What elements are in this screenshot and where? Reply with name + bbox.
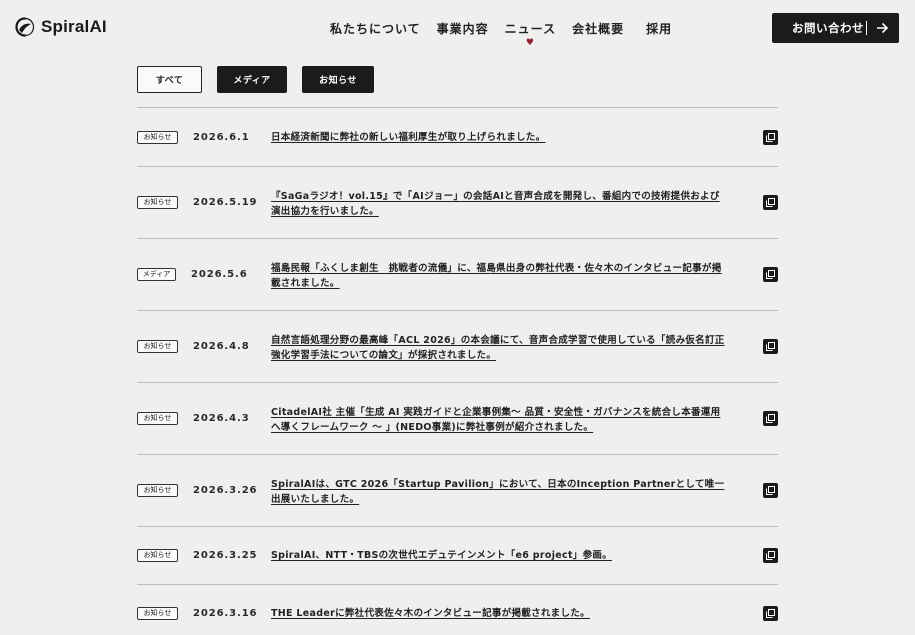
external-link-icon[interactable] [763, 130, 778, 145]
external-link-icon[interactable] [763, 195, 778, 210]
external-link-icon[interactable] [763, 267, 778, 282]
news-row[interactable]: お知らせ 2026.3.25 SpiralAI、NTT・TBSの次世代エデュテイ… [137, 526, 778, 584]
filter-notice-button[interactable]: お知らせ [302, 66, 374, 93]
news-date: 2026.5.6 [191, 269, 248, 280]
category-tag: お知らせ [137, 607, 178, 620]
news-title-link[interactable]: 『SaGaラジオ！vol.15』で「AIジョー」の会話AIと音声合成を開発し、番… [271, 189, 726, 219]
category-filters: すべて メディア お知らせ [137, 66, 374, 93]
site-header: SpiralAI 私たちについて 事業内容 ニュース ♥ 会社概要 採用 お問い合… [0, 0, 915, 56]
category-tag: お知らせ [137, 131, 178, 144]
category-tag: お知らせ [137, 549, 178, 562]
news-row[interactable]: お知らせ 2026.5.19 『SaGaラジオ！vol.15』で「AIジョー」の… [137, 166, 778, 238]
news-row[interactable]: お知らせ 2026.3.26 SpiralAIは、GTC 2026「Startu… [137, 454, 778, 526]
nav-item-news[interactable]: ニュース ♥ [504, 20, 557, 48]
external-link-icon[interactable] [763, 548, 778, 563]
news-date: 2026.3.26 [193, 485, 258, 496]
contact-button-label: お問い合わせ [792, 21, 864, 35]
category-tag: メディア [137, 268, 176, 281]
news-row[interactable]: お知らせ 2026.6.1 日本経済新聞に弊社の新しい福利厚生が取り上げられまし… [137, 107, 778, 166]
news-date: 2026.5.19 [193, 197, 258, 208]
news-row[interactable]: メディア 2026.5.6 福島民報「ふくしま創生 挑戦者の流儀」に、福島県出身… [137, 238, 778, 310]
external-link-icon[interactable] [763, 339, 778, 354]
nav-item-recruit[interactable]: 採用 [646, 20, 672, 37]
news-title-link[interactable]: 自然言語処理分野の最高峰「ACL 2026」の本会議にて、音声合成学習で使用して… [271, 333, 726, 363]
news-row[interactable]: お知らせ 2026.3.16 THE Leaderに弊社代表佐々木のインタビュー… [137, 584, 778, 635]
news-date: 2026.3.16 [193, 608, 258, 619]
news-date: 2026.4.8 [193, 341, 250, 352]
filter-media-button[interactable]: メディア [217, 66, 287, 93]
news-date: 2026.3.25 [193, 550, 258, 561]
news-date: 2026.4.3 [193, 413, 250, 424]
contact-button[interactable]: お問い合わせ [772, 13, 899, 43]
spiral-logo-icon [15, 17, 35, 37]
news-title-link[interactable]: 日本経済新聞に弊社の新しい福利厚生が取り上げられました。 [271, 130, 726, 145]
news-title-link[interactable]: SpiralAI、NTT・TBSの次世代エデュテインメント「e6 project… [271, 548, 726, 563]
news-date: 2026.6.1 [193, 132, 250, 143]
news-row[interactable]: お知らせ 2026.4.3 CitadelAI社 主催「生成 AI 実践ガイドと… [137, 382, 778, 454]
brand-name: SpiralAI [41, 17, 107, 36]
active-heart-icon: ♥ [525, 38, 535, 48]
nav-item-services[interactable]: 事業内容 [437, 20, 489, 37]
category-tag: お知らせ [137, 196, 178, 209]
external-link-icon[interactable] [763, 483, 778, 498]
news-list: お知らせ 2026.6.1 日本経済新聞に弊社の新しい福利厚生が取り上げられまし… [137, 107, 778, 635]
brand-logo[interactable]: SpiralAI [15, 17, 107, 37]
category-tag: お知らせ [137, 412, 178, 425]
main-nav: 私たちについて 事業内容 ニュース ♥ 会社概要 採用 [330, 20, 672, 48]
category-tag: お知らせ [137, 340, 178, 353]
filter-all-button[interactable]: すべて [137, 66, 202, 93]
news-title-link[interactable]: CitadelAI社 主催「生成 AI 実践ガイドと企業事例集〜 品質・安全性・… [271, 405, 726, 435]
nav-item-company[interactable]: 会社概要 [572, 20, 624, 37]
external-link-icon[interactable] [763, 411, 778, 426]
category-tag: お知らせ [137, 484, 178, 497]
news-row[interactable]: お知らせ 2026.4.8 自然言語処理分野の最高峰「ACL 2026」の本会議… [137, 310, 778, 382]
nav-item-news-label: ニュース [504, 22, 557, 36]
news-title-link[interactable]: THE Leaderに弊社代表佐々木のインタビュー記事が掲載されました。 [271, 606, 726, 621]
external-link-icon[interactable] [763, 606, 778, 621]
nav-item-about[interactable]: 私たちについて [330, 20, 421, 37]
divider [866, 21, 867, 35]
arrow-right-icon [877, 22, 889, 34]
news-title-link[interactable]: SpiralAIは、GTC 2026「Startup Pavilion」において… [271, 477, 726, 507]
news-title-link[interactable]: 福島民報「ふくしま創生 挑戦者の流儀」に、福島県出身の弊社代表・佐々木のインタビ… [271, 261, 726, 291]
